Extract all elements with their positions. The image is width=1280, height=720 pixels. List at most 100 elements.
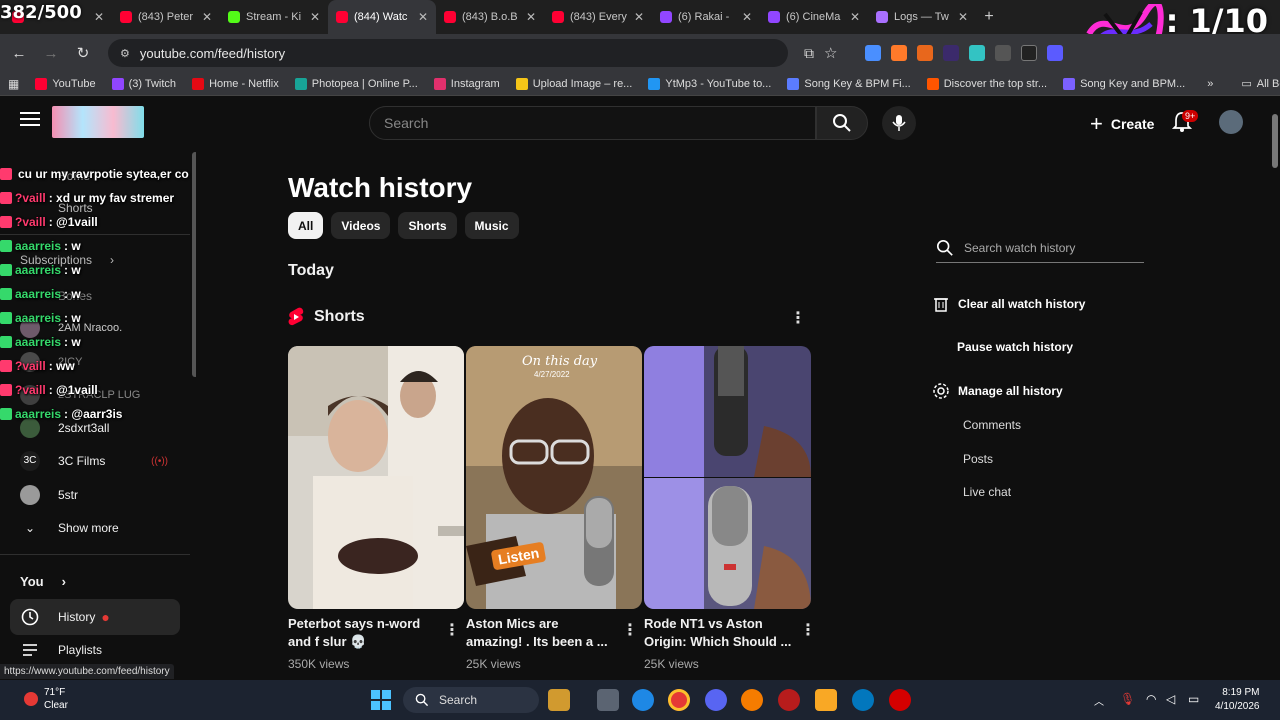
clear-history-button[interactable]: Clear all watch history bbox=[932, 295, 1085, 313]
app-icon[interactable] bbox=[741, 689, 763, 711]
more-options-icon[interactable]: ⋮ bbox=[444, 620, 460, 640]
chip-videos[interactable]: Videos bbox=[331, 212, 391, 239]
sidebar-channel[interactable]: 3C 3C Films ((•)) bbox=[10, 443, 180, 479]
extension-icon[interactable] bbox=[891, 45, 908, 61]
close-icon[interactable]: ✕ bbox=[94, 10, 104, 24]
create-button[interactable]: + Create bbox=[1078, 106, 1166, 142]
weather-widget[interactable]: 71°F Clear bbox=[24, 686, 68, 712]
short-thumbnail[interactable] bbox=[288, 346, 464, 609]
short-card[interactable] bbox=[288, 346, 464, 609]
close-icon[interactable]: ✕ bbox=[958, 10, 968, 24]
task-view-icon[interactable] bbox=[597, 689, 619, 711]
short-card[interactable] bbox=[644, 346, 811, 609]
bookmark-item[interactable]: YouTube bbox=[35, 77, 96, 90]
bookmark-item[interactable]: Photopea | Online P... bbox=[294, 77, 418, 90]
posts-link[interactable]: Posts bbox=[963, 452, 993, 466]
close-icon[interactable]: ✕ bbox=[634, 10, 644, 24]
opera-icon[interactable] bbox=[889, 689, 911, 711]
browser-tab[interactable]: (843) Every ✕ bbox=[544, 0, 652, 34]
browser-tab[interactable]: (6) CineMa ✕ bbox=[760, 0, 868, 34]
channel-banner-logo[interactable] bbox=[52, 106, 144, 138]
omnibox[interactable]: ⚙ youtube.com/feed/history bbox=[108, 39, 788, 67]
taskbar-clock[interactable]: 8:19 PM 4/10/2026 bbox=[1215, 686, 1260, 714]
app-icon[interactable] bbox=[852, 689, 874, 711]
close-icon[interactable]: ✕ bbox=[526, 10, 536, 24]
microphone-tray-icon[interactable]: 🎙 bbox=[1120, 692, 1135, 706]
wifi-icon[interactable]: ◠ bbox=[1146, 692, 1156, 706]
bookmark-item[interactable]: YtMp3 - YouTube to... bbox=[648, 77, 771, 90]
page-scrollbar[interactable] bbox=[1270, 100, 1280, 680]
search-button[interactable] bbox=[816, 106, 868, 140]
show-more-button[interactable]: ⌄ Show more bbox=[10, 510, 180, 546]
menu-icon[interactable] bbox=[20, 112, 40, 128]
sidebar-item-playlists[interactable]: Playlists bbox=[10, 632, 180, 668]
browser-tab[interactable]: (6) Rakai - ✕ bbox=[652, 0, 760, 34]
browser-tab[interactable]: (843) Peter ✕ bbox=[112, 0, 220, 34]
short-title[interactable]: Rode NT1 vs Aston Origin: Which Should ..… bbox=[644, 615, 794, 651]
chip-music[interactable]: Music bbox=[464, 212, 519, 239]
taskbar-app-icon[interactable] bbox=[548, 689, 570, 711]
more-options-icon[interactable]: ⋮ bbox=[790, 308, 806, 328]
more-bookmarks-icon[interactable]: » bbox=[1207, 78, 1213, 90]
extension-icon[interactable] bbox=[943, 45, 960, 61]
extension-icon[interactable] bbox=[917, 45, 934, 61]
sidebar-you-header[interactable]: You › bbox=[10, 563, 180, 599]
extension-icon[interactable] bbox=[1021, 45, 1038, 61]
back-icon[interactable]: ← bbox=[8, 45, 30, 62]
short-title[interactable]: Aston Mics are amazing! . Its been a ... bbox=[466, 615, 616, 651]
edge-icon[interactable] bbox=[632, 689, 654, 711]
more-options-icon[interactable]: ⋮ bbox=[800, 620, 816, 640]
bookmark-item[interactable]: Song Key and BPM... bbox=[1063, 77, 1185, 90]
close-icon[interactable]: ✕ bbox=[310, 10, 320, 24]
discord-icon[interactable] bbox=[705, 689, 727, 711]
bookmark-item[interactable]: Upload Image – re... bbox=[515, 77, 632, 90]
tray-chevron-icon[interactable]: ︿ bbox=[1094, 693, 1104, 708]
file-explorer-icon[interactable] bbox=[815, 689, 837, 711]
all-bookmarks[interactable]: ▭ All Bookmarks bbox=[1241, 77, 1280, 91]
bookmark-star-icon[interactable]: ☆ bbox=[824, 44, 837, 62]
bookmark-item[interactable]: (3) Twitch bbox=[111, 77, 176, 90]
chip-all[interactable]: All bbox=[288, 212, 324, 239]
bookmark-item[interactable]: Discover the top str... bbox=[926, 77, 1047, 90]
chrome-icon[interactable] bbox=[668, 689, 690, 711]
short-thumbnail[interactable]: On this day 4/27/2022 Listen bbox=[466, 346, 642, 609]
browser-tab[interactable]: Logs — Tw ✕ bbox=[868, 0, 976, 34]
manage-history-button[interactable]: Manage all history bbox=[932, 382, 1063, 400]
bookmark-item[interactable]: Home - Netflix bbox=[192, 77, 279, 90]
sidebar-channel[interactable]: 5str bbox=[10, 477, 180, 513]
browser-tab[interactable]: (843) B.o.B ✕ bbox=[436, 0, 544, 34]
bookmark-item[interactable]: Instagram bbox=[433, 77, 500, 90]
close-icon[interactable]: ✕ bbox=[850, 10, 860, 24]
voice-search-button[interactable] bbox=[882, 106, 916, 140]
volume-icon[interactable]: ◁ bbox=[1166, 692, 1175, 706]
app-icon[interactable] bbox=[778, 689, 800, 711]
close-icon[interactable]: ✕ bbox=[742, 10, 752, 24]
chip-shorts[interactable]: Shorts bbox=[398, 212, 457, 239]
extension-icon[interactable] bbox=[1047, 45, 1064, 61]
close-icon[interactable]: ✕ bbox=[202, 10, 212, 24]
short-title[interactable]: Peterbot says n-word and f slur 💀 bbox=[288, 615, 438, 651]
reload-icon[interactable]: ↻ bbox=[72, 44, 94, 62]
search-input[interactable]: Search bbox=[369, 106, 816, 140]
pause-history-button[interactable]: Pause watch history bbox=[957, 340, 1073, 354]
windows-start-icon[interactable] bbox=[371, 690, 391, 710]
install-icon[interactable]: ⧉ bbox=[804, 45, 814, 62]
comments-link[interactable]: Comments bbox=[963, 418, 1021, 432]
forward-icon[interactable]: → bbox=[40, 45, 62, 62]
bookmark-item[interactable]: Song Key & BPM Fi... bbox=[787, 77, 911, 90]
scrollbar-thumb[interactable] bbox=[1272, 114, 1278, 168]
avatar[interactable] bbox=[1219, 110, 1243, 134]
short-card[interactable]: On this day 4/27/2022 Listen bbox=[466, 346, 642, 609]
more-options-icon[interactable]: ⋮ bbox=[622, 620, 638, 640]
extension-icon[interactable] bbox=[969, 45, 986, 61]
short-thumbnail[interactable] bbox=[644, 346, 811, 609]
sidebar-item-history[interactable]: History ● bbox=[10, 599, 180, 635]
extension-icon[interactable] bbox=[865, 45, 882, 61]
close-icon[interactable]: ✕ bbox=[418, 10, 428, 24]
extension-icon[interactable] bbox=[995, 45, 1012, 61]
apps-grid-icon[interactable]: ▦ bbox=[8, 77, 19, 91]
battery-icon[interactable]: ▭ bbox=[1188, 692, 1199, 706]
site-info-icon[interactable]: ⚙ bbox=[120, 47, 130, 60]
search-history-input[interactable]: Search watch history bbox=[936, 233, 1144, 263]
taskbar-search[interactable]: Search bbox=[403, 687, 539, 713]
